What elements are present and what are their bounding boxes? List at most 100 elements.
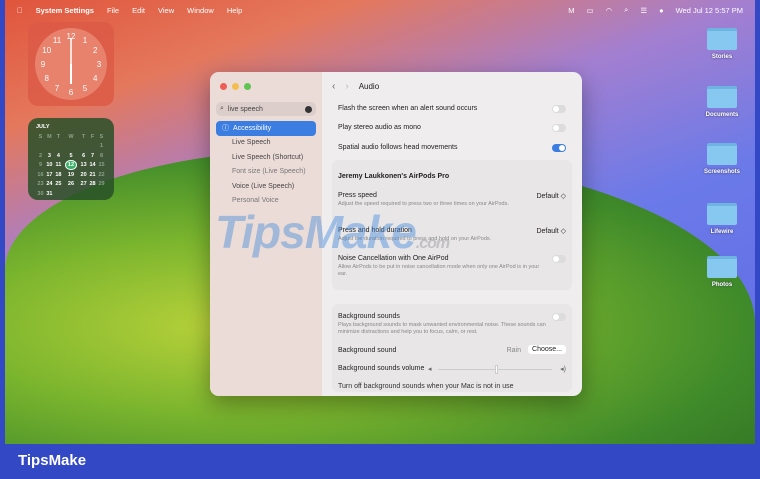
calendar-day: 26	[63, 180, 79, 190]
press-speed-select[interactable]: Default ◇	[536, 192, 566, 200]
calendar-day: 30	[36, 189, 45, 199]
control-center-icon[interactable]: ☰	[640, 6, 647, 15]
day-number: 10	[46, 162, 53, 169]
weekday-label: F	[90, 133, 95, 140]
clock-face: 12 1234567891011	[35, 28, 107, 100]
search-value: live speech	[227, 105, 263, 113]
folder-icon	[707, 203, 737, 225]
spatial-audio-toggle[interactable]	[552, 144, 566, 152]
menu-edit[interactable]: Edit	[132, 6, 145, 15]
clock-number: 9	[41, 60, 46, 69]
calendar-day	[88, 189, 97, 199]
day-number: 3	[47, 152, 51, 159]
desktop-folder[interactable]: Documents	[700, 86, 744, 118]
volume-low-icon: ◂	[428, 366, 432, 373]
folder-icon	[707, 256, 737, 278]
wifi-icon[interactable]: ◠	[606, 6, 613, 15]
background-sound-label: Background sound	[338, 347, 397, 354]
sidebar-item-live-speech-shortcut[interactable]: Live Speech (Shortcut)	[216, 150, 316, 165]
calendar-widget[interactable]: JULY S M T W T F S 1 2 3 4 5 6 7 8 9 10 11 12 13 14 15 16 17 18 1…	[28, 118, 114, 200]
calendar-day: 19	[63, 170, 79, 180]
day-number: 12	[65, 160, 77, 171]
volume-slider[interactable]	[438, 365, 552, 374]
menu-app[interactable]: System Settings	[36, 6, 94, 15]
flash-screen-toggle[interactable]	[552, 105, 566, 113]
clock-widget[interactable]: 12 1 2 3 4 5 6 7 8 9 10 11	[28, 22, 114, 106]
search-icon[interactable]: ⌕	[624, 5, 628, 15]
calendar-day: 2	[36, 151, 45, 161]
desktop-folder[interactable]: Lifewire	[700, 203, 744, 235]
malwarebytes-icon[interactable]: M	[568, 6, 574, 15]
background-sounds-toggle[interactable]	[552, 313, 566, 321]
menu-file[interactable]: File	[107, 6, 119, 15]
mono-audio-toggle[interactable]	[552, 124, 566, 132]
menu-view[interactable]: View	[158, 6, 174, 15]
sidebar-item-font-size[interactable]: Font size (Live Speech)	[216, 165, 316, 180]
hold-duration-select[interactable]: Default ◇	[536, 227, 566, 235]
clock-number: 7	[55, 84, 60, 93]
menu-window[interactable]: Window	[187, 6, 214, 15]
day-number: 30	[37, 190, 44, 197]
day-number: 2	[38, 152, 42, 159]
zoom-button[interactable]	[244, 83, 251, 90]
day-number: 28	[89, 181, 96, 188]
day-number: 17	[46, 171, 53, 178]
day-number: 15	[98, 162, 105, 169]
weekday-label: S	[99, 133, 104, 140]
calendar-day: 4	[54, 151, 63, 161]
folder-icon	[707, 28, 737, 50]
clock-number: 3	[97, 60, 102, 69]
sidebar-item-live-speech[interactable]: Live Speech	[216, 136, 316, 151]
calendar-day: 10	[45, 161, 54, 171]
calendar-day: 17	[45, 170, 54, 180]
day-number: 1	[99, 143, 104, 150]
noise-cancel-toggle[interactable]	[552, 255, 566, 263]
calendar-day	[97, 189, 106, 199]
calendar-day: 14	[88, 161, 97, 171]
calendar-day	[45, 142, 54, 152]
search-input[interactable]: ⌕ live speech	[216, 102, 316, 116]
back-button[interactable]: ‹	[332, 81, 335, 92]
calendar-month: JULY	[36, 124, 50, 130]
day-number: 19	[67, 171, 75, 178]
minimize-button[interactable]	[232, 83, 239, 90]
calendar-day: 12	[63, 160, 79, 171]
day-number: 5	[69, 152, 73, 159]
folder-label: Lifewire	[710, 229, 734, 235]
clear-search-icon[interactable]	[305, 105, 312, 113]
clock-text[interactable]: Wed Jul 12 5:57 PM	[676, 6, 743, 15]
calendar-day: 13	[79, 161, 88, 171]
folder-label: Documents	[705, 112, 739, 118]
calendar-day	[54, 142, 63, 152]
clock-number: 1	[83, 36, 88, 45]
close-button[interactable]	[220, 83, 227, 90]
volume-slider-knob[interactable]	[495, 365, 498, 374]
battery-icon[interactable]: ▭	[586, 6, 593, 15]
window-controls	[220, 83, 312, 90]
calendar-day	[54, 189, 63, 199]
menu-help[interactable]: Help	[227, 6, 242, 15]
forward-button[interactable]: ›	[345, 81, 348, 92]
day-number: 16	[37, 171, 44, 178]
mono-audio-label: Play stereo audio as mono	[338, 124, 421, 131]
calendar-day: 31	[45, 189, 54, 199]
siri-icon[interactable]: ●	[659, 6, 664, 15]
desktop-folder[interactable]: Screenshots	[700, 143, 744, 175]
day-number: 29	[98, 181, 105, 188]
clock-number: 8	[45, 74, 50, 83]
sidebar-item-voice[interactable]: Voice (Live Speech)	[216, 179, 316, 194]
calendar-day: 11	[54, 161, 63, 171]
sidebar-item-accessibility[interactable]: ⓘ Accessibility	[216, 121, 316, 136]
page-title: Audio	[358, 81, 380, 91]
desktop-folder[interactable]: Stories	[700, 28, 744, 60]
background-volume-label: Background sounds volume	[338, 365, 425, 372]
calendar-day: 7	[88, 151, 97, 161]
watermark-text: TipsMake	[215, 206, 417, 258]
day-number: 11	[55, 162, 62, 169]
calendar-day: 21	[88, 170, 97, 180]
desktop-folder[interactable]: Photos	[700, 256, 744, 288]
day-number: 27	[80, 181, 87, 188]
calendar-day: 24	[45, 180, 54, 190]
apple-icon[interactable]: 	[17, 6, 23, 15]
choose-button[interactable]: Choose...	[528, 345, 566, 354]
